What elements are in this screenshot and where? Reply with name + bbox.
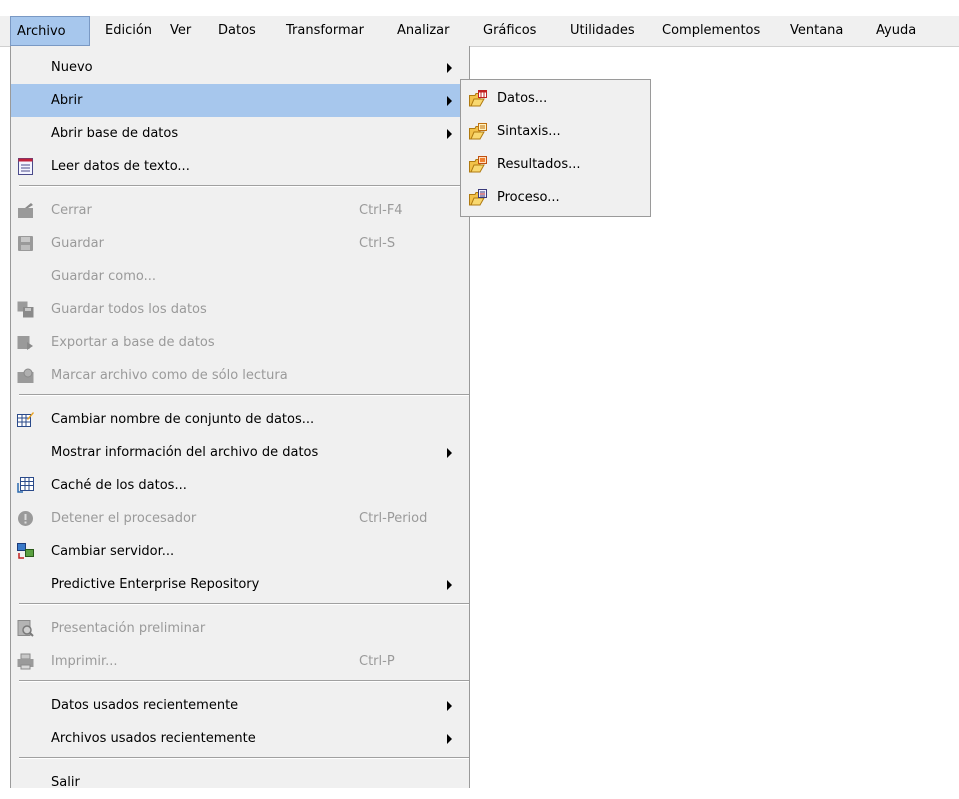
menu-item-guardar[interactable]: Guardar Ctrl-S bbox=[11, 227, 469, 260]
stop-processor-icon bbox=[18, 511, 33, 526]
open-syntax-icon bbox=[469, 123, 487, 140]
menu-separator bbox=[19, 757, 469, 759]
submenu-arrow-icon bbox=[447, 448, 452, 458]
submenu-item-datos[interactable]: Datos... bbox=[461, 82, 650, 115]
print-icon bbox=[17, 653, 34, 670]
menu-separator bbox=[19, 394, 469, 396]
submenu-item-proceso[interactable]: Proceso... bbox=[461, 181, 650, 214]
abrir-submenu: Datos... Sintaxis... Resultados... Proce… bbox=[460, 79, 651, 217]
menu-ver[interactable]: Ver bbox=[170, 16, 191, 46]
cache-data-icon bbox=[17, 477, 34, 493]
archivo-menu: Nuevo Abrir Abrir base de datos Leer dat… bbox=[10, 46, 470, 790]
save-icon bbox=[18, 236, 33, 251]
menu-item-imprimir[interactable]: Imprimir... Ctrl-P bbox=[11, 645, 469, 678]
menu-graficos[interactable]: Gráficos bbox=[483, 16, 536, 46]
submenu-arrow-icon bbox=[447, 129, 452, 139]
open-data-icon bbox=[469, 90, 487, 107]
submenu-arrow-icon bbox=[447, 734, 452, 744]
menu-separator bbox=[19, 185, 469, 187]
menu-item-guardar-todos-los-datos[interactable]: Guardar todos los datos bbox=[11, 293, 469, 326]
submenu-item-resultados[interactable]: Resultados... bbox=[461, 148, 650, 181]
menu-item-abrir[interactable]: Abrir bbox=[11, 84, 469, 117]
menu-item-cerrar[interactable]: Cerrar Ctrl-F4 bbox=[11, 194, 469, 227]
menu-bar: Archivo Edición Ver Datos Transformar An… bbox=[0, 16, 959, 47]
text-data-icon bbox=[18, 158, 33, 175]
print-preview-icon bbox=[17, 620, 34, 637]
menu-item-presentacion-preliminar[interactable]: Presentación preliminar bbox=[11, 612, 469, 645]
menu-transformar[interactable]: Transformar bbox=[286, 16, 364, 46]
menu-item-leer-datos-de-texto[interactable]: Leer datos de texto... bbox=[11, 150, 469, 183]
menu-analizar[interactable]: Analizar bbox=[397, 16, 449, 46]
close-window-icon bbox=[18, 203, 33, 218]
menu-item-cambiar-nombre-conjunto[interactable]: Cambiar nombre de conjunto de datos... bbox=[11, 403, 469, 436]
menu-item-exportar-a-base-de-datos[interactable]: Exportar a base de datos bbox=[11, 326, 469, 359]
open-output-icon bbox=[469, 156, 487, 173]
menu-utilidades[interactable]: Utilidades bbox=[570, 16, 635, 46]
menu-separator bbox=[19, 603, 469, 605]
menu-complementos[interactable]: Complementos bbox=[662, 16, 760, 46]
save-all-icon bbox=[17, 301, 34, 318]
menu-ventana[interactable]: Ventana bbox=[790, 16, 843, 46]
menu-item-datos-usados-recientemente[interactable]: Datos usados recientemente bbox=[11, 689, 469, 722]
menu-item-marcar-solo-lectura[interactable]: Marcar archivo como de sólo lectura bbox=[11, 359, 469, 392]
read-only-icon bbox=[17, 368, 34, 383]
open-script-icon bbox=[469, 189, 487, 206]
menu-archivo[interactable]: Archivo bbox=[10, 16, 90, 46]
menu-edicion[interactable]: Edición bbox=[105, 16, 152, 46]
submenu-item-sintaxis[interactable]: Sintaxis... bbox=[461, 115, 650, 148]
menu-ayuda[interactable]: Ayuda bbox=[876, 16, 916, 46]
submenu-arrow-icon bbox=[447, 580, 452, 590]
menu-item-salir[interactable]: Salir bbox=[11, 766, 469, 799]
menu-item-cambiar-servidor[interactable]: Cambiar servidor... bbox=[11, 535, 469, 568]
submenu-arrow-icon bbox=[447, 63, 452, 73]
menu-separator bbox=[19, 680, 469, 682]
submenu-arrow-icon bbox=[447, 701, 452, 711]
menu-item-archivos-usados-recientemente[interactable]: Archivos usados recientemente bbox=[11, 722, 469, 755]
menu-item-abrir-base-de-datos[interactable]: Abrir base de datos bbox=[11, 117, 469, 150]
menu-item-guardar-como[interactable]: Guardar como... bbox=[11, 260, 469, 293]
menu-item-mostrar-informacion[interactable]: Mostrar información del archivo de datos bbox=[11, 436, 469, 469]
rename-dataset-icon bbox=[17, 412, 34, 427]
menu-item-cache-de-los-datos[interactable]: Caché de los datos... bbox=[11, 469, 469, 502]
menu-datos[interactable]: Datos bbox=[218, 16, 256, 46]
menu-item-nuevo[interactable]: Nuevo bbox=[11, 51, 469, 84]
export-database-icon bbox=[17, 336, 33, 350]
menu-item-predictive-enterprise-repository[interactable]: Predictive Enterprise Repository bbox=[11, 568, 469, 601]
menu-item-detener-procesador[interactable]: Detener el procesador Ctrl-Period bbox=[11, 502, 469, 535]
change-server-icon bbox=[17, 543, 34, 559]
submenu-arrow-icon bbox=[447, 96, 452, 106]
